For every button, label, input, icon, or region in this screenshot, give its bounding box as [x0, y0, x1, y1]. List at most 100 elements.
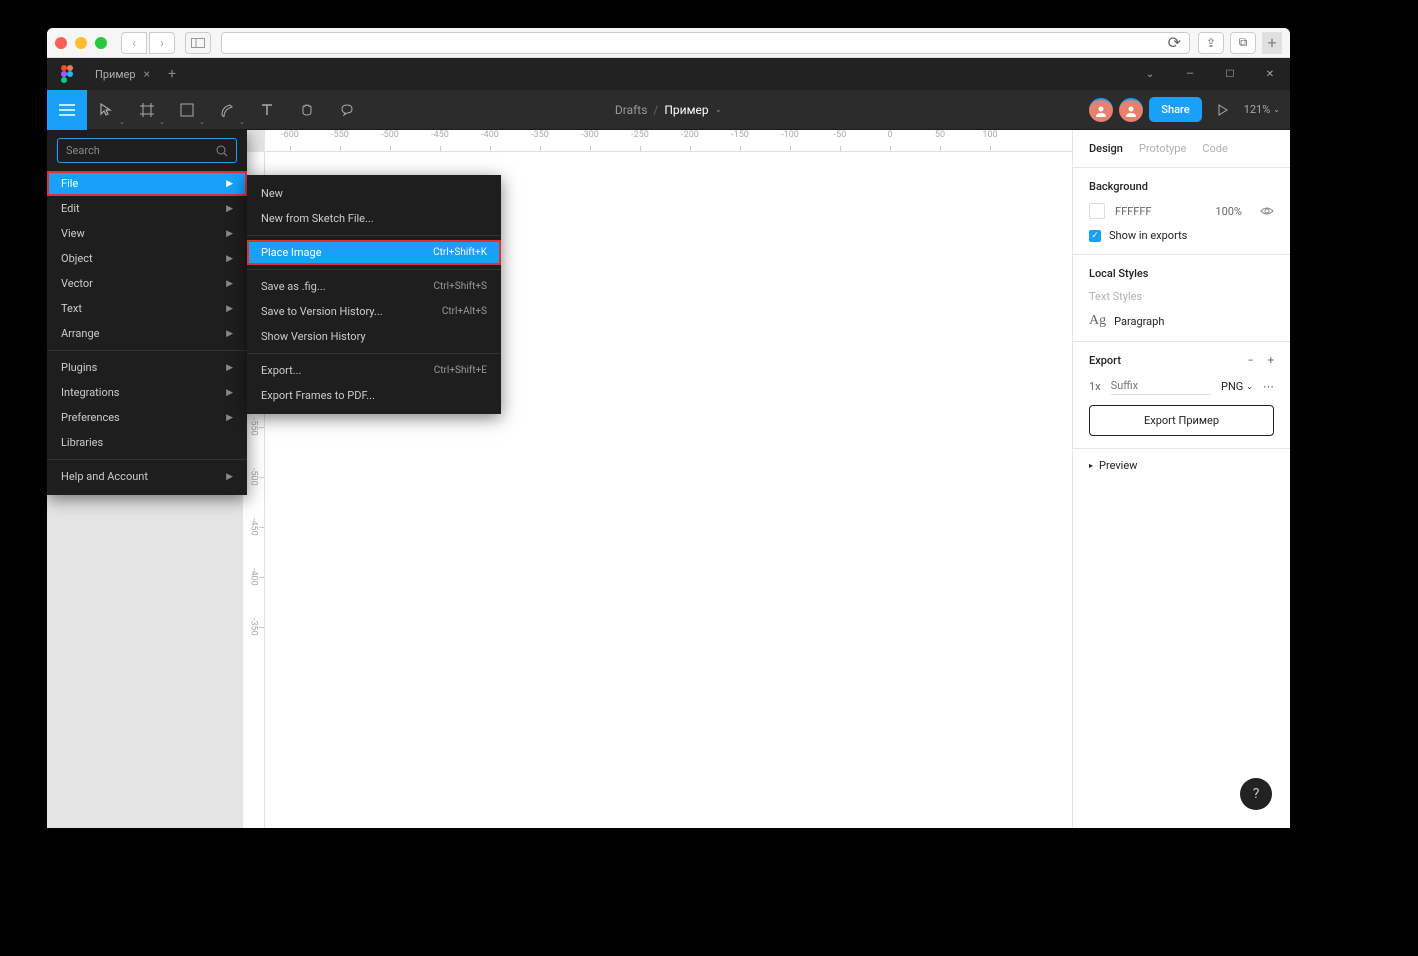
reload-icon[interactable]: ⟳	[1168, 33, 1181, 52]
new-tab-button[interactable]: +	[1262, 32, 1282, 54]
menu-item-integrations[interactable]: Integrations▶	[47, 380, 247, 405]
address-bar[interactable]: ⟳	[221, 32, 1190, 54]
avatar[interactable]	[1089, 98, 1113, 122]
chevron-down-icon[interactable]: ⌄	[1130, 58, 1170, 90]
win-minimize-icon[interactable]: —	[1170, 58, 1210, 90]
menu-divider	[47, 350, 247, 351]
traffic-lights	[55, 37, 107, 49]
present-button[interactable]	[1208, 95, 1238, 125]
window-controls: ⌄ — ☐ ✕	[1130, 58, 1290, 90]
maximize-window-icon[interactable]	[95, 37, 107, 49]
minimize-window-icon[interactable]	[75, 37, 87, 49]
frame-tool[interactable]: ⌄	[127, 90, 167, 130]
submenu-item-show-version-history[interactable]: Show Version History	[247, 324, 501, 349]
visibility-toggle-icon[interactable]	[1260, 206, 1274, 216]
tabs-button[interactable]: ⧉	[1230, 32, 1256, 54]
menu-item-view[interactable]: View▶	[47, 221, 247, 246]
help-button[interactable]: ?	[1240, 778, 1272, 810]
tab-design[interactable]: Design	[1089, 142, 1123, 155]
preview-toggle[interactable]: ▸ Preview	[1073, 449, 1290, 482]
menu-item-arrange[interactable]: Arrange ▶	[47, 321, 247, 346]
submenu-item-save-as-fig-[interactable]: Save as .fig...Ctrl+Shift+S	[247, 274, 501, 299]
pen-tool[interactable]: ⌄	[207, 90, 247, 130]
menu-item-file[interactable]: File▶	[47, 171, 247, 196]
ruler-tick: -400	[465, 130, 515, 151]
color-swatch[interactable]	[1089, 203, 1105, 219]
menu-item-libraries[interactable]: Libraries	[47, 430, 247, 455]
export-suffix-input[interactable]	[1111, 377, 1211, 395]
zoom-value: 121%	[1244, 103, 1271, 116]
show-exports-checkbox[interactable]: ✓	[1089, 230, 1101, 242]
app-tab-bar: Пример × + ⌄ — ☐ ✕	[47, 58, 1290, 90]
menu-item-object[interactable]: Object▶	[47, 246, 247, 271]
submenu-item-export-frames-to-pdf-[interactable]: Export Frames to PDF...	[247, 383, 501, 408]
submenu-item-export-[interactable]: Export...Ctrl+Shift+E	[247, 358, 501, 383]
main-menu-button[interactable]	[47, 90, 87, 130]
forward-button[interactable]: ›	[149, 32, 175, 54]
browser-window: ‹ › ⟳ ⇪ ⧉ + Пример × + ⌄ —	[47, 28, 1290, 828]
ruler-tick: 50	[915, 130, 965, 151]
comment-tool[interactable]	[327, 90, 367, 130]
menu-label: File	[61, 177, 78, 190]
more-options-icon[interactable]: ⋯	[1263, 380, 1274, 393]
avatar[interactable]	[1119, 98, 1143, 122]
minus-icon[interactable]: −	[1247, 354, 1253, 367]
back-button[interactable]: ‹	[121, 32, 147, 54]
submenu-item-new[interactable]: New	[247, 181, 501, 206]
menu-item-vector[interactable]: Vector▶	[47, 271, 247, 296]
caret-icon: ▸	[1089, 461, 1093, 470]
menu-label: Arrange	[61, 327, 99, 340]
menu-search-input[interactable]: Search	[57, 138, 237, 163]
breadcrumb-root: Drafts	[615, 103, 648, 117]
tab-prototype[interactable]: Prototype	[1139, 142, 1186, 155]
paragraph-style[interactable]: Ag Paragraph	[1089, 313, 1274, 329]
move-tool[interactable]: ⌄	[87, 90, 127, 130]
win-maximize-icon[interactable]: ☐	[1210, 58, 1250, 90]
share-icon: ⇪	[1206, 36, 1216, 50]
hand-tool[interactable]	[287, 90, 327, 130]
color-hex[interactable]: FFFFFF	[1115, 205, 1151, 218]
close-tab-icon[interactable]: ×	[144, 67, 150, 81]
submenu-item-place-image[interactable]: Place Image Ctrl+Shift+K	[247, 240, 501, 265]
user-icon	[1124, 104, 1138, 118]
figma-logo-icon[interactable]	[51, 58, 83, 90]
menu-label: Help and Account	[61, 470, 148, 483]
submenu-label: Export Frames to PDF...	[261, 389, 375, 402]
browser-chrome: ‹ › ⟳ ⇪ ⧉ +	[47, 28, 1290, 58]
shape-tool[interactable]: ⌄	[167, 90, 207, 130]
chevron-right-icon: ▶	[226, 254, 233, 264]
win-close-icon[interactable]: ✕	[1250, 58, 1290, 90]
menu-item-plugins[interactable]: Plugins▶	[47, 355, 247, 380]
export-format-select[interactable]: PNG ⌄	[1221, 380, 1253, 393]
plus-icon[interactable]: +	[1268, 354, 1274, 367]
close-window-icon[interactable]	[55, 37, 67, 49]
chevron-right-icon: ▶	[226, 329, 233, 339]
new-document-tab[interactable]: +	[158, 58, 186, 90]
zoom-control[interactable]: 121%⌄	[1244, 103, 1280, 116]
app-document-tab[interactable]: Пример ×	[83, 58, 158, 90]
text-tool[interactable]	[247, 90, 287, 130]
menu-item-edit[interactable]: Edit▶	[47, 196, 247, 221]
color-opacity[interactable]: 100%	[1215, 205, 1242, 218]
search-icon	[216, 145, 228, 157]
submenu-item-save-to-version-history-[interactable]: Save to Version History...Ctrl+Alt+S	[247, 299, 501, 324]
breadcrumb-doc: Пример	[664, 103, 708, 117]
toolbar: ⌄ ⌄ ⌄ ⌄ Drafts / Пример ⌄ Share 121%⌄	[47, 90, 1290, 130]
chevron-right-icon: ▶	[226, 388, 233, 398]
export-button[interactable]: Export Пример	[1089, 405, 1274, 436]
submenu-shortcut: Ctrl+Alt+S	[442, 306, 487, 317]
menu-item-text[interactable]: Text▶	[47, 296, 247, 321]
share-button[interactable]: Share	[1149, 97, 1201, 122]
play-icon	[1217, 104, 1229, 116]
section-title: Local Styles	[1089, 267, 1274, 280]
submenu-item-new-from-sketch-file-[interactable]: New from Sketch File...	[247, 206, 501, 231]
sidebar-toggle-button[interactable]	[185, 32, 211, 54]
export-scale[interactable]: 1x	[1089, 380, 1101, 393]
menu-item-help-and-account[interactable]: Help and Account▶	[47, 464, 247, 489]
share-button[interactable]: ⇪	[1198, 32, 1224, 54]
breadcrumb[interactable]: Drafts / Пример ⌄	[615, 103, 722, 117]
ruler-tick: -350	[515, 130, 565, 151]
tab-code[interactable]: Code	[1202, 142, 1227, 155]
chevron-down-icon: ⌄	[159, 118, 165, 126]
menu-item-preferences[interactable]: Preferences▶	[47, 405, 247, 430]
